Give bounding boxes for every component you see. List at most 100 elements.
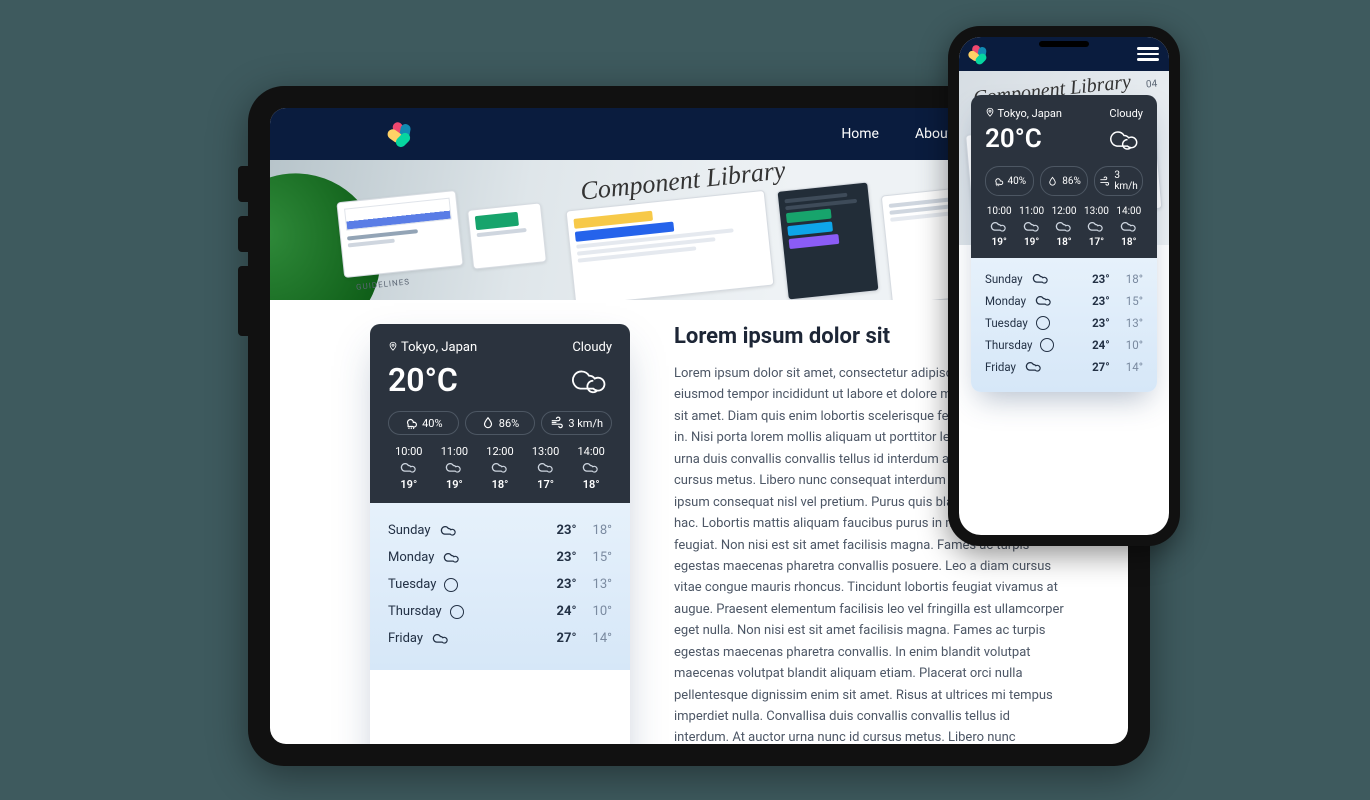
wind-icon <box>1099 176 1110 187</box>
day-name: Monday <box>388 550 434 565</box>
cloud-icon <box>431 632 451 646</box>
humidity-icon <box>481 416 495 430</box>
weather-temperature: 20°C <box>388 361 458 399</box>
weather-temperature: 20°C <box>985 124 1042 154</box>
rain-icon <box>993 176 1004 187</box>
rain-icon <box>404 416 418 430</box>
rain-pill: 40% <box>985 166 1034 196</box>
humidity-pill: 86% <box>465 411 536 435</box>
day-row: Sunday23°18° <box>388 517 612 544</box>
cloud-icon <box>1086 220 1106 234</box>
hour-temp: 18° <box>1056 237 1071 248</box>
cloud-icon <box>444 461 464 475</box>
cloud-icon <box>1034 294 1054 308</box>
hour-temp: 18° <box>492 478 509 491</box>
hour-time: 14:00 <box>1116 206 1141 217</box>
app-logo[interactable] <box>969 44 989 64</box>
weather-location: Tokyo, Japan <box>388 340 477 355</box>
cloud-icon <box>536 461 556 475</box>
day-row: Monday 23° 15° <box>388 544 612 571</box>
day-row: Thursday 24° 10° <box>388 598 612 625</box>
day-low: 14° <box>1126 360 1143 374</box>
day-low: 10° <box>593 604 612 619</box>
hamburger-menu-icon[interactable] <box>1137 47 1159 61</box>
weather-card: Tokyo, Japan Cloudy 20°C 40% <box>971 95 1157 392</box>
cloud-icon <box>442 551 462 565</box>
hour-time: 13:00 <box>532 445 559 458</box>
hour-time: 10:00 <box>395 445 422 458</box>
day-row: Tuesday 23° 13° <box>388 571 612 598</box>
day-low: 15° <box>1126 294 1143 308</box>
day-high: 23° <box>557 523 577 538</box>
weather-card: Tokyo, Japan Cloudy 20°C 40% <box>370 324 630 744</box>
day-low: 18° <box>1126 272 1143 286</box>
hour-col: 10:0019° <box>388 445 430 491</box>
cloud-icon <box>566 363 612 397</box>
wind-pill: 3 km/h <box>1094 166 1143 196</box>
cloud-icon <box>989 220 1009 234</box>
day-name: Thursday <box>388 604 442 619</box>
hour-temp: 19° <box>1024 237 1039 248</box>
day-high: 27° <box>1092 360 1110 374</box>
hour-col: 14:00 18° <box>570 445 612 491</box>
phone-screen: Component Library 04 BUTTON & INPUT FIEL… <box>959 37 1169 535</box>
phone-notch <box>1039 41 1089 47</box>
day-row: Friday27°14° <box>985 356 1143 378</box>
weather-condition: Cloudy <box>1109 107 1143 120</box>
map-pin-icon <box>388 341 398 351</box>
wind-pill: 3 km/h <box>541 411 612 435</box>
day-high: 23° <box>1092 272 1110 286</box>
cloud-icon <box>1022 220 1042 234</box>
sun-icon <box>1040 338 1054 352</box>
day-high: 24° <box>557 604 577 619</box>
hour-time: 11:00 <box>1019 206 1044 217</box>
cloud-icon <box>1119 220 1139 234</box>
cloud-icon <box>1031 272 1051 286</box>
cloud-icon <box>1024 360 1044 374</box>
sun-icon <box>444 578 458 592</box>
weather-condition: Cloudy <box>572 340 612 355</box>
hour-col: 11:0019° <box>434 445 476 491</box>
nav-home[interactable]: Home <box>841 126 879 142</box>
map-pin-icon <box>985 107 995 117</box>
hour-time: 14:00 <box>577 445 604 458</box>
hourly-forecast: 10:0019° 11:00 19° 12:00 18° 13:00 17° 14:00 18° <box>985 206 1143 248</box>
hour-temp: 18° <box>583 478 600 491</box>
daily-forecast: Sunday23°18° Monday 23° 15° Tuesday 23° 13° Thu… <box>370 503 630 670</box>
day-low: 13° <box>593 577 612 592</box>
day-low: 15° <box>593 550 612 565</box>
day-high: 27° <box>557 631 577 646</box>
hero-badge: 04 <box>1145 79 1157 91</box>
day-row: Friday 27° 14° <box>388 625 612 652</box>
day-row: Thursday 24° 10° <box>985 334 1143 356</box>
hour-time: 12:00 <box>1052 206 1077 217</box>
day-high: 23° <box>557 577 577 592</box>
hour-temp: 17° <box>1089 237 1104 248</box>
hour-col: 10:0019° <box>985 206 1013 248</box>
humidity-pill: 86% <box>1040 166 1089 196</box>
day-row: Monday23°15° <box>985 290 1143 312</box>
day-name: Tuesday <box>985 316 1028 330</box>
sun-icon <box>450 605 464 619</box>
hour-col: 13:0017° <box>525 445 567 491</box>
day-name: Friday <box>388 631 423 646</box>
hour-col: 12:00 18° <box>1050 206 1078 248</box>
humidity-icon <box>1047 176 1058 187</box>
hour-time: 11:00 <box>441 445 468 458</box>
day-high: 23° <box>1092 294 1110 308</box>
day-row: Tuesday23°13° <box>985 312 1143 334</box>
wind-icon <box>550 416 564 430</box>
day-row: Sunday23°18° <box>985 268 1143 290</box>
day-low: 10° <box>1126 338 1143 352</box>
hour-time: 13:00 <box>1084 206 1109 217</box>
day-name: Tuesday <box>388 577 436 592</box>
sun-icon <box>1036 316 1050 330</box>
day-high: 23° <box>557 550 577 565</box>
hour-col: 12:0018° <box>479 445 521 491</box>
day-low: 14° <box>593 631 612 646</box>
day-high: 24° <box>1092 338 1110 352</box>
day-name: Thursday <box>985 338 1032 352</box>
app-logo[interactable] <box>388 120 414 146</box>
cloud-icon <box>439 524 459 538</box>
hour-temp: 18° <box>1121 237 1136 248</box>
